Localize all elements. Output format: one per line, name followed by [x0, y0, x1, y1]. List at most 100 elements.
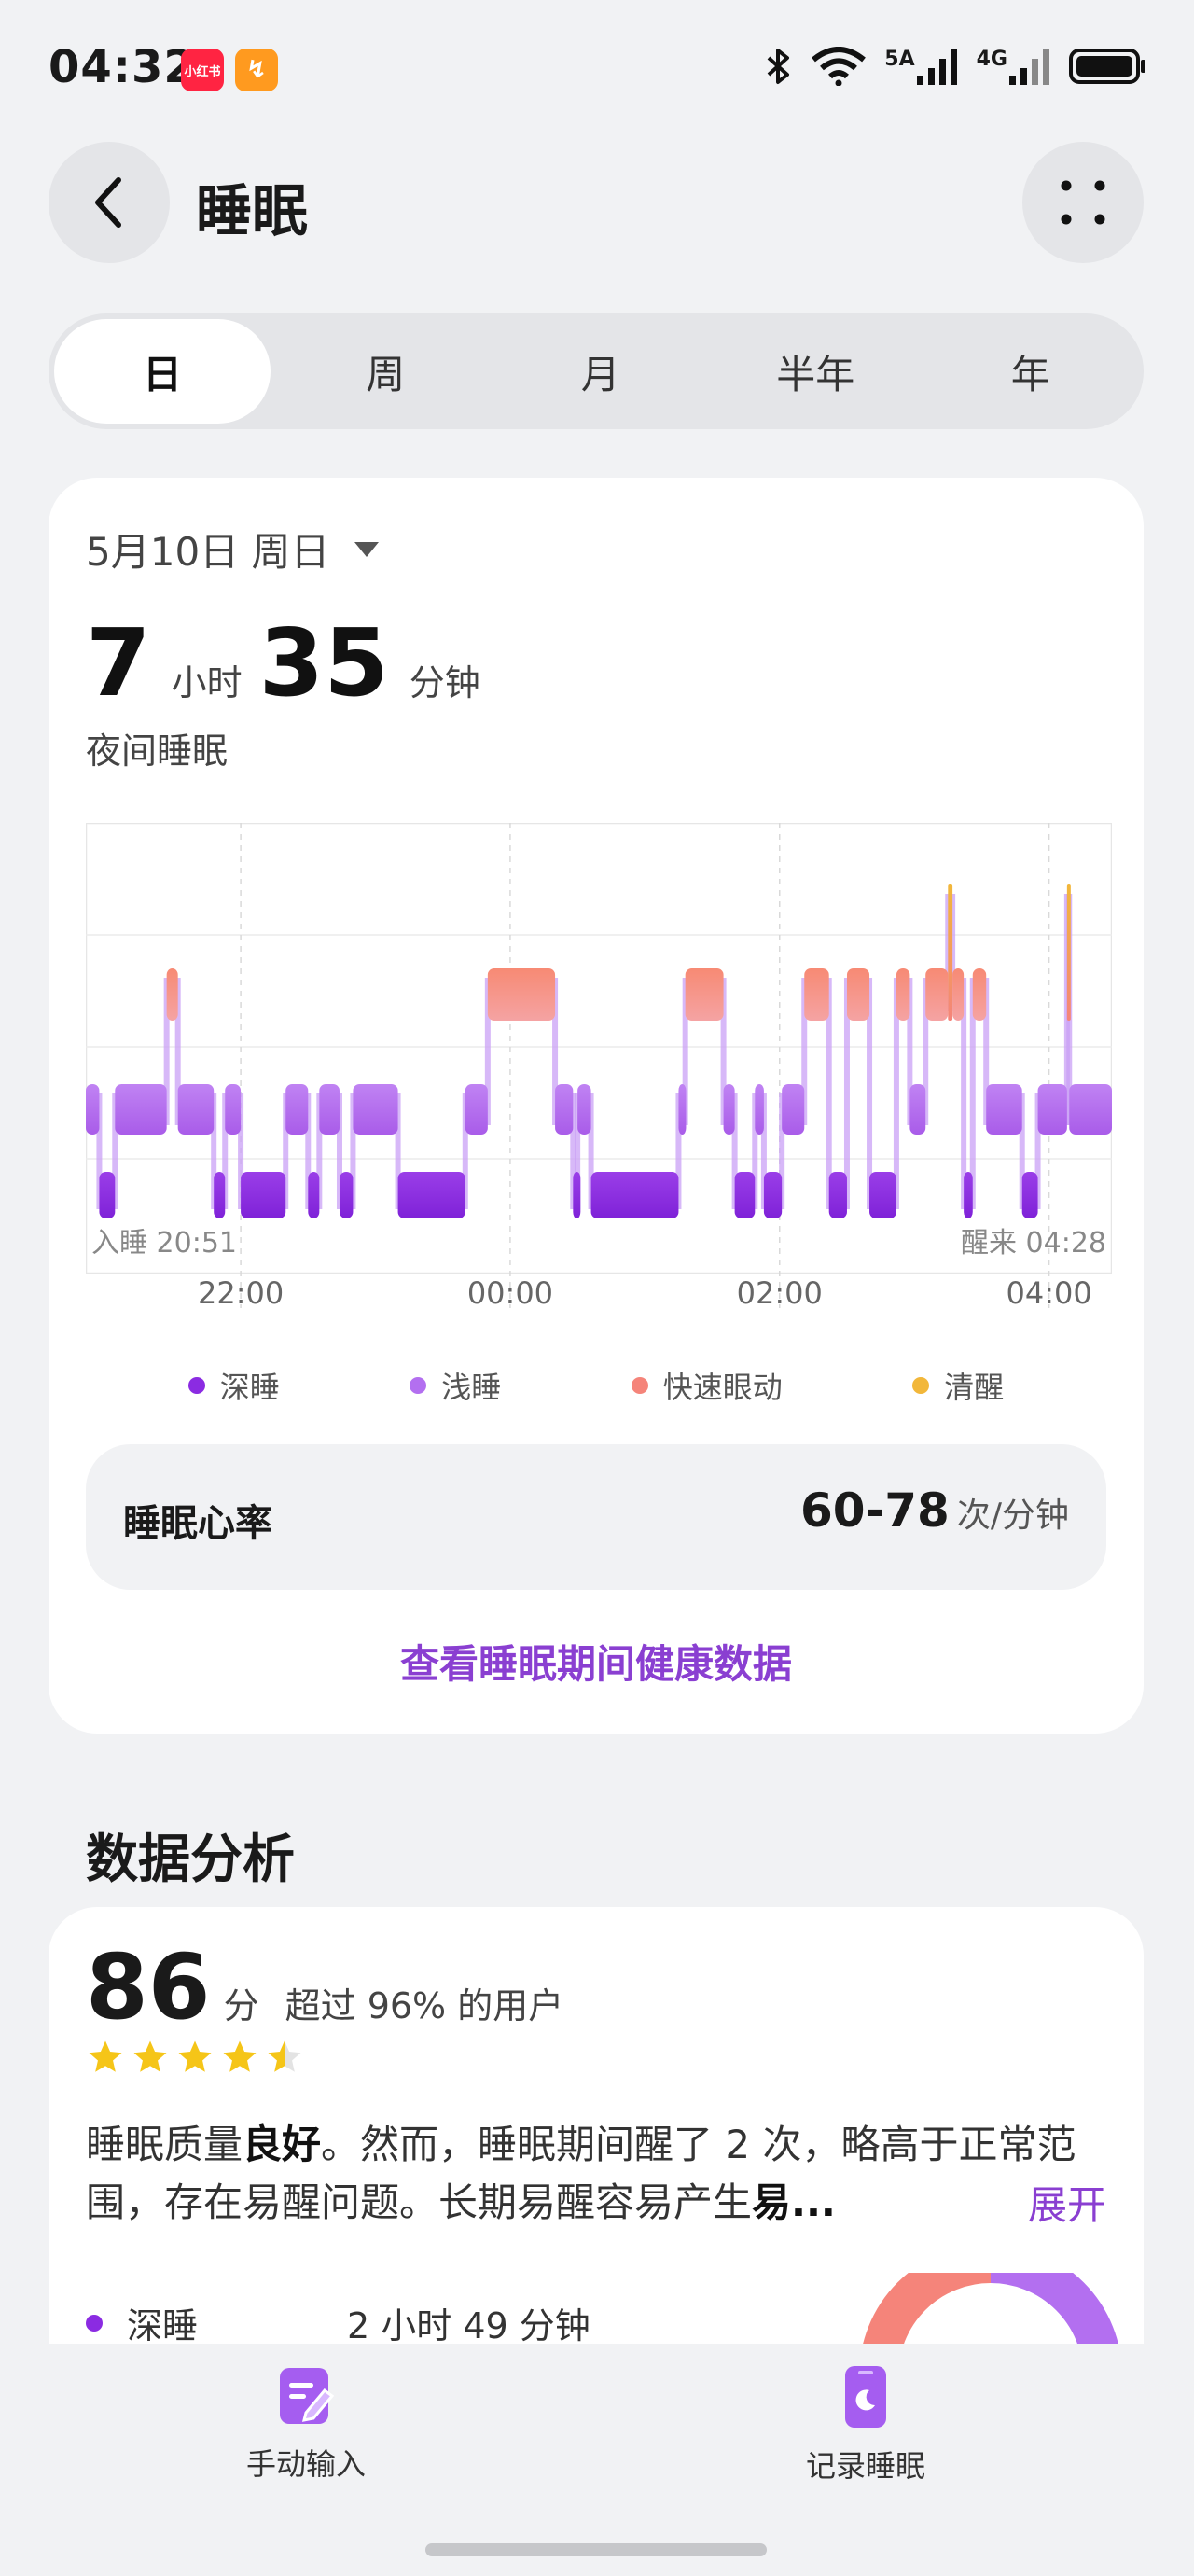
battery-icon — [1069, 49, 1145, 84]
star-icon — [223, 2040, 257, 2072]
score-number: 86 — [86, 1935, 211, 2040]
expand-link[interactable]: 展开 — [1008, 2174, 1106, 2231]
network-4g-label: 4G — [976, 48, 1007, 71]
stage-block — [487, 968, 556, 1021]
tab-half-year[interactable]: 半年 — [708, 319, 923, 424]
analysis-text: 睡眠质量良好。然而，睡眠期间醒了 2 次，略高于正常范围，存在易醒问题。长期易醒… — [86, 2116, 1112, 2232]
analysis-text-bold: 良好 — [243, 2122, 322, 2167]
duration-hours: 7 — [86, 608, 151, 717]
home-indicator[interactable] — [425, 2543, 767, 2556]
score-description: 超过 96% 的用户 — [285, 1985, 564, 2026]
xiaohongshu-app-icon: 小红书 — [181, 49, 224, 91]
status-time: 04:32 — [49, 41, 196, 93]
stage-block — [909, 1084, 926, 1135]
stage-block — [225, 1084, 242, 1135]
stage-block — [99, 1172, 116, 1218]
section-title-analysis: 数据分析 — [86, 1830, 295, 1890]
stage-block — [782, 1084, 805, 1135]
record-sleep-button[interactable]: 记录睡眠 — [806, 2364, 925, 2485]
wifi-icon — [812, 47, 867, 86]
stage-row-deep: 深睡 2 小时 49 分钟 — [86, 2297, 590, 2348]
star-icon — [268, 2040, 301, 2072]
date-label: 5月10日 周日 — [86, 529, 330, 575]
stage-block — [869, 1172, 896, 1218]
stage-block — [397, 1172, 465, 1218]
sleep-summary-card: 5月10日 周日 7 小时 35 分钟 夜间睡眠 22:00 00:00 02:00… — [49, 478, 1144, 1734]
stage-block — [755, 1084, 764, 1135]
more-button[interactable] — [1022, 142, 1144, 263]
manual-input-button[interactable]: 手动输入 — [246, 2364, 366, 2484]
back-button[interactable] — [49, 142, 170, 263]
heart-rate-unit: 次/分钟 — [956, 1497, 1069, 1535]
stage-block — [590, 1172, 679, 1218]
legend-dot — [187, 1377, 205, 1394]
stage-block — [678, 1084, 687, 1135]
legend-dot — [912, 1377, 930, 1394]
score-unit: 分 — [223, 1985, 259, 2026]
period-tabs: 日 周 月 半年 年 — [49, 313, 1144, 429]
manual-input-label: 手动输入 — [246, 2446, 367, 2482]
stage-block — [964, 1172, 973, 1218]
stage-block — [952, 968, 965, 1021]
stage-block — [734, 1172, 756, 1218]
sleep-score: 86 分 超过 96% 的用户 — [86, 1935, 563, 2040]
phone-moon-icon — [845, 2366, 886, 2428]
signal-icon — [1009, 49, 1049, 85]
page-title: 睡眠 — [196, 179, 308, 244]
view-health-data-link[interactable]: 查看睡眠期间健康数据 — [49, 1633, 1144, 1690]
stage-block — [319, 1084, 340, 1135]
stage-block — [925, 968, 949, 1021]
dropdown-triangle-icon — [354, 541, 379, 557]
stage-block — [804, 968, 829, 1021]
stage-block — [828, 1172, 847, 1218]
star-rating — [86, 2038, 304, 2077]
stage-block — [339, 1172, 354, 1218]
signal-5g: 5A — [884, 48, 957, 85]
tab-week[interactable]: 周 — [278, 319, 493, 424]
stage-block — [846, 968, 870, 1021]
stage-block — [1066, 884, 1071, 1021]
wake-up-label: 醒来 04:28 — [961, 1227, 1106, 1260]
stage-block — [285, 1084, 309, 1135]
stage-block — [214, 1172, 226, 1218]
heart-rate-value: 60-78 次/分钟 — [800, 1483, 1069, 1538]
legend-item-rem: 快速眼动 — [631, 1364, 783, 1407]
stage-block — [1021, 1172, 1038, 1218]
tab-year[interactable]: 年 — [923, 319, 1139, 424]
stage-block — [986, 1084, 1022, 1135]
date-selector[interactable]: 5月10日 周日 — [86, 521, 379, 578]
sleep-heart-rate[interactable]: 睡眠心率 60-78 次/分钟 — [86, 1444, 1106, 1590]
network-5g-label: 5A — [884, 48, 915, 71]
tab-day[interactable]: 日 — [54, 319, 271, 424]
duration-minutes: 35 — [258, 608, 389, 717]
x-tick-label: 04:00 — [1006, 1275, 1091, 1308]
status-icons: 5A 4G — [765, 47, 1147, 86]
stage-block — [685, 968, 724, 1021]
chart-legend: 深睡 浅睡 快速眼动 清醒 — [49, 1364, 1144, 1407]
night-sleep-label: 夜间睡眠 — [86, 731, 229, 772]
stage-block — [948, 884, 953, 1021]
signal-icon — [916, 49, 957, 85]
heart-rate-number: 60-78 — [799, 1483, 950, 1538]
bluetooth-icon — [767, 49, 790, 84]
x-tick-label: 02:00 — [737, 1275, 823, 1308]
tab-month[interactable]: 月 — [493, 319, 709, 424]
analysis-text-bold: 易... — [752, 2179, 836, 2225]
sleep-start-label: 入睡 20:51 — [91, 1227, 237, 1260]
legend-item-deep: 深睡 — [187, 1364, 280, 1407]
x-tick-label: 22:00 — [198, 1275, 284, 1308]
legend-item-awake: 清醒 — [912, 1364, 1004, 1407]
legend-item-light: 浅睡 — [410, 1364, 501, 1407]
record-sleep-label: 记录睡眠 — [806, 2448, 926, 2484]
sleep-duration: 7 小时 35 分钟 — [86, 608, 497, 717]
stage-block — [465, 1084, 488, 1135]
deep-sleep-dot — [86, 2314, 103, 2332]
legend-label: 快速眼动 — [662, 1370, 783, 1405]
legend-label: 清醒 — [944, 1370, 1005, 1405]
stage-duration: 2 小时 49 分钟 — [347, 2305, 590, 2346]
stage-block — [308, 1172, 320, 1218]
star-icon — [89, 2040, 122, 2072]
grid-dots-icon — [1061, 180, 1105, 225]
edit-note-icon — [280, 2368, 334, 2424]
sleep-stage-chart: 22:00 00:00 02:00 04:00 入睡 20:51 醒来 04:28 — [86, 823, 1112, 1308]
